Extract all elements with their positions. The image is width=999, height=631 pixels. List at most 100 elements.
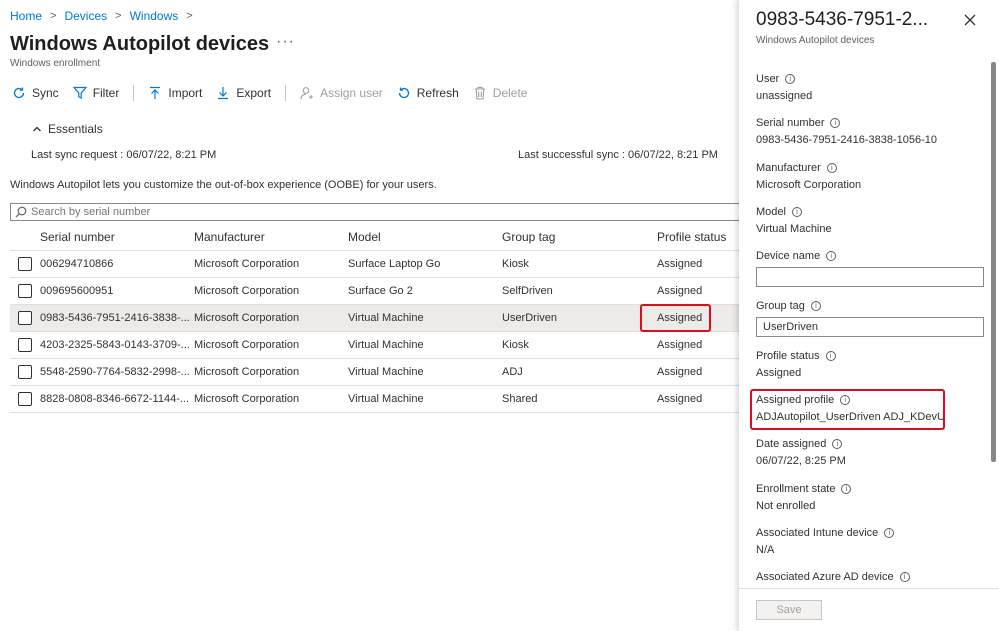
search-input[interactable] [31,206,631,218]
search-icon [15,206,27,218]
delete-label: Delete [492,86,528,100]
header-manufacturer[interactable]: Manufacturer [194,230,348,244]
import-label: Import [168,86,203,100]
close-button[interactable] [963,13,977,27]
cell-serial: 8828-0808-8346-6672-1144-... [40,393,190,405]
enrollment-value: Not enrolled [756,500,816,512]
cell-serial: 4203-2325-5843-0143-3709-... [40,339,190,351]
device-name-label: Device name [756,250,821,262]
info-icon[interactable]: i [826,163,837,173]
cell-group-tag: Kiosk [502,258,529,270]
essentials-toggle[interactable]: Essentials [32,122,103,136]
info-icon[interactable]: i [884,528,895,538]
date-assigned-label: Date assigned [756,438,827,450]
cell-manufacturer: Microsoft Corporation [194,393,300,405]
user-value: unassigned [756,90,813,102]
search-box[interactable] [10,203,745,221]
table-row-selected[interactable]: 0983-5436-7951-2416-3838-... Microsoft C… [10,305,745,332]
panel-title: 0983-5436-7951-2... [756,9,929,30]
add-user-icon [300,86,314,100]
assigned-profile-highlight [750,389,945,430]
info-icon[interactable]: i [810,301,821,311]
table-row[interactable]: 8828-0808-8346-6672-1144-... Microsoft C… [10,386,745,413]
group-tag-label: Group tag [756,300,805,312]
field-user: User i unassigned [756,72,812,102]
breadcrumb: Home > Devices > Windows > [10,9,193,23]
breadcrumb-devices[interactable]: Devices [64,9,107,23]
table-row[interactable]: 009695600951 Microsoft Corporation Surfa… [10,278,745,305]
last-successful-sync: Last successful sync : 06/07/22, 8:21 PM [518,149,718,161]
profile-status-highlight [640,304,711,332]
info-icon[interactable]: i [826,251,837,261]
info-icon[interactable]: i [791,207,802,217]
info-icon[interactable]: i [841,484,852,494]
azure-label: Associated Azure AD device [756,571,894,583]
header-group-tag[interactable]: Group tag [502,230,657,244]
refresh-button[interactable]: Refresh [397,86,459,100]
header-serial-number[interactable]: Serial number [40,230,194,244]
essentials-label: Essentials [48,122,103,136]
cell-group-tag: Kiosk [502,339,529,351]
field-serial-number: Serial number i 0983-5436-7951-2416-3838-… [756,116,937,146]
cell-profile-status: Assigned [657,339,703,351]
cell-model: Virtual Machine [348,393,424,405]
enrollment-label: Enrollment state [756,483,836,495]
cell-manufacturer: Microsoft Corporation [194,312,300,324]
filter-icon [72,86,87,100]
device-name-input[interactable] [756,267,984,287]
table-row[interactable]: 5548-2590-7764-5832-2998-... Microsoft C… [10,359,745,386]
page-subtitle: Windows enrollment [10,58,101,69]
breadcrumb-home[interactable]: Home [10,9,42,23]
manufacturer-label: Manufacturer [756,162,821,174]
serial-label: Serial number [756,117,825,129]
import-button[interactable]: Import [148,86,202,100]
table-row[interactable]: 4203-2325-5843-0143-3709-... Microsoft C… [10,332,745,359]
field-profile-status: Profile status i Assigned [756,349,836,379]
field-group-tag: Group tag i [756,299,984,337]
intune-label: Associated Intune device [756,527,879,539]
close-icon [963,13,977,27]
panel-scrollbar[interactable] [991,62,996,462]
assign-user-button[interactable]: Assign user [300,86,383,100]
export-button[interactable]: Export [216,86,271,100]
info-icon[interactable]: i [785,74,796,84]
filter-button[interactable]: Filter [72,86,119,100]
group-tag-input[interactable] [756,317,984,337]
row-checkbox[interactable] [18,338,32,352]
header-model[interactable]: Model [348,230,502,244]
device-details-panel: 0983-5436-7951-2... Windows Autopilot de… [739,0,999,631]
refresh-icon [397,86,411,100]
info-icon[interactable]: i [825,351,836,361]
info-icon[interactable]: i [899,572,910,582]
table-row[interactable]: 006294710866 Microsoft Corporation Surfa… [10,251,745,278]
field-device-name: Device name i [756,249,984,287]
delete-button[interactable]: Delete [473,86,528,100]
cell-manufacturer: Microsoft Corporation [194,339,300,351]
last-sync-request: Last sync request : 06/07/22, 8:21 PM [31,149,217,161]
info-icon[interactable]: i [830,118,841,128]
cell-manufacturer: Microsoft Corporation [194,258,300,270]
save-button[interactable]: Save [756,600,822,620]
toolbar-divider [133,85,135,101]
refresh-label: Refresh [416,86,459,100]
chevron-up-icon [32,124,42,134]
sync-icon [12,86,26,100]
more-options-button[interactable]: ··· [276,33,295,51]
header-profile-status[interactable]: Profile status [657,230,745,244]
row-checkbox[interactable] [18,284,32,298]
export-label: Export [236,86,272,100]
row-checkbox[interactable] [18,392,32,406]
sync-button[interactable]: Sync [12,86,59,100]
cell-group-tag: ADJ [502,366,523,378]
info-icon[interactable]: i [832,439,843,449]
row-checkbox[interactable] [18,257,32,271]
cell-profile-status: Assigned [657,366,703,378]
breadcrumb-windows[interactable]: Windows [130,9,179,23]
field-model: Model i Virtual Machine [756,205,832,235]
autopilot-description: Windows Autopilot lets you customize the… [10,179,437,191]
chevron-right-icon: > [115,10,122,22]
devices-table: Serial number Manufacturer Model Group t… [10,224,745,413]
field-enrollment-state: Enrollment state i Not enrolled [756,482,852,512]
row-checkbox[interactable] [18,311,32,325]
row-checkbox[interactable] [18,365,32,379]
